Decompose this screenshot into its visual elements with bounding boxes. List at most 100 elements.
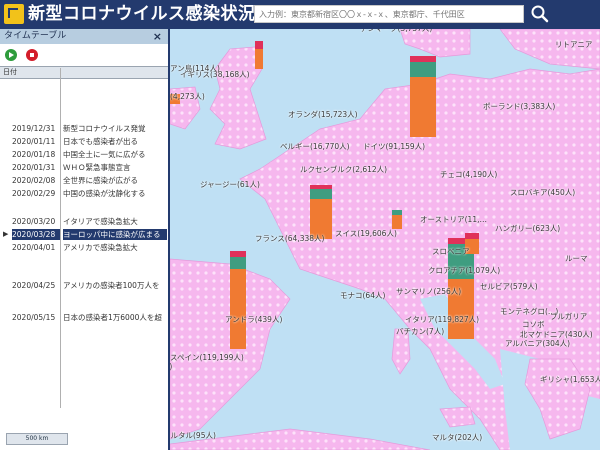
row-date: 2020/01/11 <box>12 137 56 146</box>
timetable-header: タイムテーブル × <box>0 29 168 44</box>
country-label: バチカン(7人) <box>396 327 445 336</box>
bar-segment <box>392 210 402 215</box>
bar-segment <box>410 62 436 77</box>
address-search-input[interactable] <box>254 5 524 23</box>
timetable-row[interactable]: 2020/04/01 アメリカで感染急拡大 <box>0 242 168 253</box>
country-label: マルタ(202人) <box>432 433 483 442</box>
timetable-row[interactable]: 2020/03/20 イタリアで感染急拡大 <box>0 216 168 227</box>
country-label: スロベニア <box>432 247 470 256</box>
country-label: アン島(114人) <box>170 64 220 73</box>
country-bar <box>255 41 263 69</box>
country-label: ジャージー(61人) <box>200 180 260 189</box>
row-event: イタリアで感染急拡大 <box>63 217 138 226</box>
timetable-row[interactable]: 2020/02/29 中国の感染が沈静化する <box>0 188 168 199</box>
country-label: スイス(19,606人) <box>335 229 397 238</box>
row-date: 2020/02/29 <box>12 189 56 198</box>
country-label: ポルトガル(9,886人) <box>170 361 172 372</box>
bar-segment <box>255 41 263 49</box>
timetable-row[interactable]: 2020/02/08 全世界に感染が広がる <box>0 175 168 186</box>
bar-segment <box>410 77 436 137</box>
country-label: フランス(64,338人) <box>255 234 325 243</box>
bar-segment <box>230 257 246 269</box>
country-bar <box>230 251 246 349</box>
bar-segment <box>410 56 436 62</box>
country-label: デンマーク(3,757人) <box>360 29 432 34</box>
app-header: 新型コロナウイルス感染状況 <box>0 0 600 29</box>
row-event: 新型コロナウイルス発覚 <box>63 124 146 133</box>
map-land <box>170 29 600 450</box>
country-label: セルビア(579人) <box>480 282 538 291</box>
row-date: 2020/03/28 <box>12 229 60 240</box>
country-bar <box>410 56 436 137</box>
country-label: ベルギー(16,770人) <box>280 142 350 151</box>
country-label: (4,273人) <box>170 92 205 101</box>
timetable-row[interactable]: ▶ 2020/03/28 ヨーロッパ中に感染が広まる <box>0 229 168 240</box>
country-label: アンドラ(439人) <box>225 315 283 324</box>
app-logo-icon <box>4 4 24 24</box>
column-divider <box>60 68 61 408</box>
country-label: チェコ(4,190人) <box>440 170 498 179</box>
bar-segment <box>310 189 332 199</box>
country-label: スペイン(119,199人) <box>170 353 244 362</box>
scale-bar: 500 km <box>6 433 68 445</box>
row-date: 2020/03/20 <box>12 217 56 226</box>
country-label: オーストリア(11,… <box>420 215 487 224</box>
country-label: サンマリノ(256人) <box>396 287 462 296</box>
row-event: 中国の感染が沈静化する <box>63 189 146 198</box>
row-date: 2020/05/15 <box>12 313 56 322</box>
bar-segment <box>230 269 246 349</box>
timetable-row[interactable]: 2019/12/31 新型コロナウイルス発覚 <box>0 123 168 134</box>
country-bar <box>310 185 332 239</box>
row-date: 2020/01/18 <box>12 150 56 159</box>
row-event: 全世界に感染が広がる <box>63 176 138 185</box>
bar-segment <box>230 251 246 257</box>
row-event: 日本でも感染者が出る <box>63 137 138 146</box>
stop-icon[interactable] <box>26 49 38 61</box>
selected-row-marker: ▶ <box>3 230 9 238</box>
bar-segment <box>255 49 263 69</box>
playback-controls <box>0 44 168 66</box>
timetable-row[interactable]: 2020/04/25 アメリカの感染者100万人を <box>0 280 168 291</box>
row-event: 日本の感染者1万6000人を超 <box>63 313 162 322</box>
row-event: ＷＨＯ緊急事態宣言 <box>63 163 131 172</box>
play-icon[interactable] <box>5 49 17 61</box>
timetable-row[interactable]: 2020/05/15 日本の感染者1万6000人を超 <box>0 312 168 323</box>
row-date: 2020/04/01 <box>12 243 56 252</box>
row-date: 2019/12/31 <box>12 124 56 133</box>
country-label: ギリシャ(1,653人) <box>540 375 600 384</box>
country-label: ドイツ(91,159人) <box>363 142 426 151</box>
search-icon[interactable] <box>530 4 550 24</box>
row-event: アメリカで感染急拡大 <box>63 243 138 252</box>
row-date: 2020/04/25 <box>12 281 56 290</box>
country-label: イタリア(119,827人) <box>405 315 480 324</box>
bar-segment <box>392 215 402 229</box>
country-label: モナコ(64人) <box>340 291 386 300</box>
country-label: アルバニア(304人) <box>505 339 571 348</box>
country-label: ブルガリア <box>550 312 588 321</box>
country-bar <box>392 210 402 229</box>
page-title: 新型コロナウイルス感染状況 <box>28 4 256 24</box>
timetable-panel: タイムテーブル × 日付 2019/12/31 新型コロナウイルス発覚 2020/0… <box>0 29 170 450</box>
country-label: リトアニア <box>555 40 593 49</box>
close-icon[interactable]: × <box>153 29 162 44</box>
timetable-row[interactable]: 2020/01/18 中国全土に一気に広がる <box>0 149 168 160</box>
row-event: 中国全土に一気に広がる <box>63 150 146 159</box>
map-view[interactable]: デンマーク(3,757人)リトアニアイギリス(38,168人)オランダ(15,7… <box>170 29 600 450</box>
timetable-row[interactable]: 2020/01/31 ＷＨＯ緊急事態宣言 <box>0 162 168 173</box>
country-label: ハンガリー(623人) <box>495 224 561 233</box>
row-event: ヨーロッパ中に感染が広まる <box>63 229 167 240</box>
timetable-title: タイムテーブル <box>4 31 67 41</box>
country-label: スロバキア(450人) <box>510 188 576 197</box>
timetable-row[interactable]: 2020/01/11 日本でも感染者が出る <box>0 136 168 147</box>
country-label: クロアチア(1,079人) <box>428 266 501 275</box>
country-label: ルーマ <box>565 254 588 263</box>
country-label: ジブラルタル(95人) <box>170 431 216 440</box>
country-label: ポーランド(3,383人) <box>483 102 556 111</box>
bar-segment <box>310 185 332 189</box>
country-label: オランダ(15,723人) <box>288 110 358 119</box>
row-event: アメリカの感染者100万人を <box>63 281 160 290</box>
row-date: 2020/01/31 <box>12 163 56 172</box>
row-date: 2020/02/08 <box>12 176 56 185</box>
date-column-header: 日付 <box>0 66 168 79</box>
bar-segment <box>465 233 479 239</box>
